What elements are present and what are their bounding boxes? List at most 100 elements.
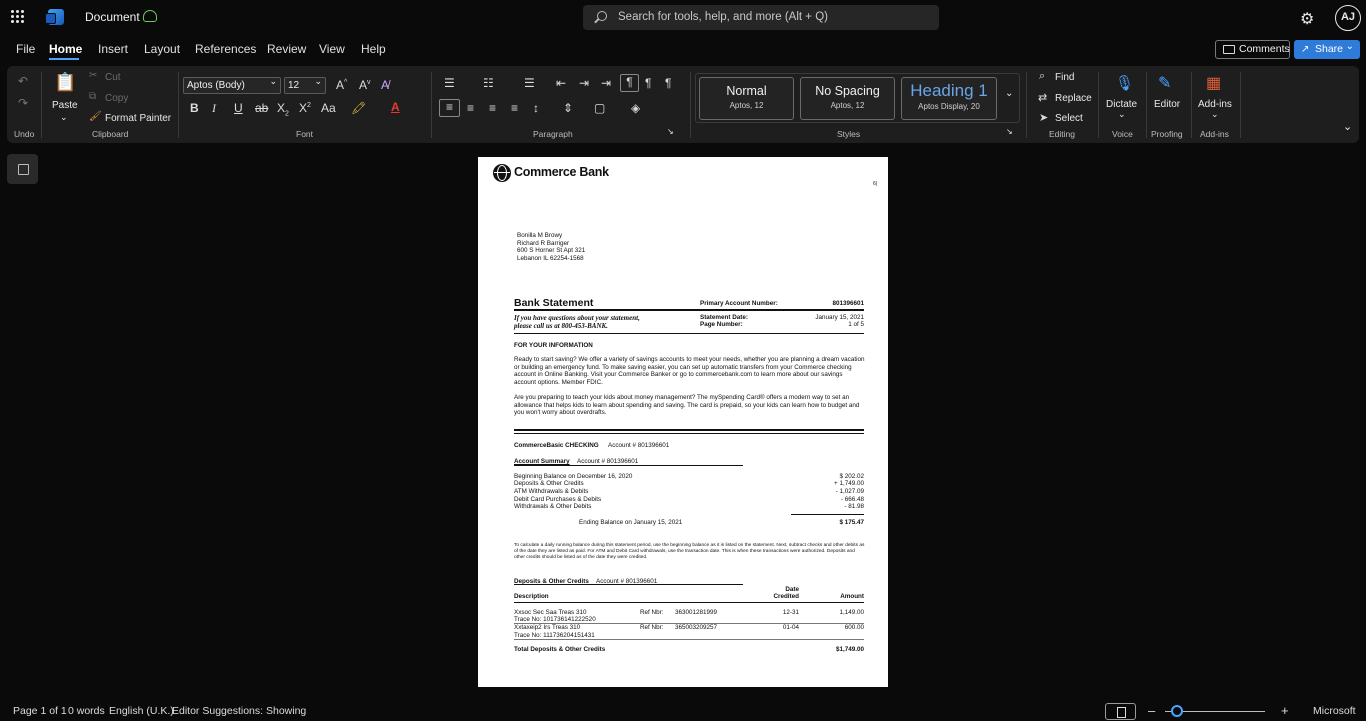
ribbon: ↶ ↷ Undo 📋 Paste ⌄ ✂ Cut ⧉ Copy 🖌 Format… xyxy=(7,66,1359,143)
cut-button[interactable]: Cut xyxy=(105,72,121,83)
rule xyxy=(514,639,864,640)
navigation-pane-button[interactable] xyxy=(7,154,38,184)
borders-icon[interactable]: ▢ xyxy=(594,101,605,115)
tab-view[interactable]: View xyxy=(319,42,345,56)
deposit-ref: 365003209257 xyxy=(675,624,718,631)
style-normal[interactable]: Normal Aptos, 12 xyxy=(699,77,794,120)
change-case-icon[interactable]: Aa xyxy=(321,101,336,115)
search-input[interactable]: Search for tools, help, and more (Alt + … xyxy=(583,5,939,30)
numbering-icon[interactable]: ☷ xyxy=(483,76,494,90)
paragraph-group-label: Paragraph xyxy=(533,129,573,139)
paragraph-spacing-icon[interactable]: ⇕ xyxy=(563,101,573,115)
styles-launcher-icon[interactable]: ↘ xyxy=(1006,127,1013,136)
copy-button[interactable]: Copy xyxy=(105,93,128,104)
bullets-icon[interactable]: ☰ xyxy=(444,76,455,90)
format-painter-button[interactable]: Format Painter xyxy=(105,113,171,124)
redo-icon[interactable]: ↷ xyxy=(18,96,28,110)
rule xyxy=(514,584,743,585)
tab-file[interactable]: File xyxy=(16,42,35,56)
increase-indent-icon[interactable]: ⇥ xyxy=(579,76,589,90)
addins-dropdown-icon[interactable]: ⌄ xyxy=(1211,109,1219,120)
paste-icon[interactable]: 📋 xyxy=(54,72,76,93)
align-left-icon[interactable]: ≡ xyxy=(439,99,460,117)
paragraph-launcher-icon[interactable]: ↘ xyxy=(667,127,674,136)
cloud-saved-icon[interactable] xyxy=(143,10,157,22)
zoom-in-button[interactable]: + xyxy=(1281,703,1289,718)
paste-button[interactable]: Paste xyxy=(52,100,78,111)
find-button[interactable]: Find xyxy=(1055,72,1074,83)
tab-help[interactable]: Help xyxy=(361,42,386,56)
rtl-icon[interactable]: ¶ xyxy=(645,76,651,90)
style-no-spacing-name: No Spacing xyxy=(815,84,880,98)
page-number: 1 of 5 xyxy=(848,321,864,328)
info-paragraph: Are you preparing to teach your kids abo… xyxy=(514,394,860,417)
style-normal-sub: Aptos, 12 xyxy=(729,101,764,110)
bank-globe-logo-icon xyxy=(493,164,511,182)
tab-layout[interactable]: Layout xyxy=(144,42,180,56)
shrink-font-icon[interactable]: Av xyxy=(359,78,371,92)
decrease-indent-icon[interactable]: ⇤ xyxy=(556,76,566,90)
search-icon xyxy=(597,11,607,21)
gear-icon[interactable]: ⚙ xyxy=(1300,9,1314,29)
show-marks-icon[interactable]: ¶ xyxy=(620,74,639,92)
zoom-out-button[interactable]: – xyxy=(1148,703,1155,718)
clear-formatting-icon[interactable]: A̸ xyxy=(381,78,389,92)
justify-icon[interactable]: ≡ xyxy=(511,101,518,115)
document-title[interactable]: Document xyxy=(85,10,140,24)
tab-references[interactable]: References xyxy=(195,42,256,56)
brand-label: Microsoft xyxy=(1313,705,1356,717)
voice-group-label: Voice xyxy=(1112,129,1133,139)
style-no-spacing[interactable]: No Spacing Aptos, 12 xyxy=(800,77,895,120)
align-center-icon[interactable]: ≡ xyxy=(467,101,474,115)
italic-icon[interactable]: I xyxy=(212,101,216,116)
checking-account: Account # 801396601 xyxy=(608,442,670,449)
focus-view-button[interactable] xyxy=(1105,703,1136,720)
superscript-icon[interactable]: X2 xyxy=(299,101,311,115)
rule xyxy=(514,433,864,434)
replace-button[interactable]: Replace xyxy=(1055,93,1092,104)
style-heading-1-name: Heading 1 xyxy=(910,81,988,100)
strikethrough-icon[interactable]: ab xyxy=(255,101,268,115)
app-launcher-icon[interactable] xyxy=(11,10,25,24)
active-tab-indicator xyxy=(49,58,79,60)
subscript-icon[interactable]: X2 xyxy=(277,101,289,117)
multilevel-list-icon[interactable]: ☰ xyxy=(524,76,535,90)
avatar[interactable]: AJ xyxy=(1335,5,1361,31)
styles-group-label: Styles xyxy=(837,129,861,139)
pilcrow-icon[interactable]: ¶ xyxy=(665,76,671,90)
undo-icon[interactable]: ↶ xyxy=(18,74,28,88)
document-page[interactable]: Commerce Bank 6| Bonilla M Browy Richard… xyxy=(478,157,888,687)
shading-icon[interactable]: ◈ xyxy=(631,101,640,115)
font-size-dropdown[interactable]: 12 xyxy=(284,74,326,94)
style-heading-1[interactable]: Heading 1 Aptos Display, 20 xyxy=(901,77,997,120)
page-count[interactable]: Page 1 of 1 xyxy=(13,705,67,717)
editor-button[interactable]: Editor xyxy=(1154,99,1180,110)
select-button[interactable]: Select xyxy=(1055,113,1083,124)
tab-insert[interactable]: Insert xyxy=(98,42,128,56)
grow-font-icon[interactable]: A^ xyxy=(336,78,347,92)
paste-dropdown-icon[interactable]: ⌄ xyxy=(60,112,68,123)
line-spacing-icon[interactable]: ↕ xyxy=(533,101,539,115)
styles-more-icon[interactable]: ⌄ xyxy=(1005,88,1013,99)
dictate-dropdown-icon[interactable]: ⌄ xyxy=(1118,109,1126,120)
underline-icon[interactable]: U xyxy=(234,101,243,115)
word-icon[interactable] xyxy=(45,9,64,25)
font-color-icon[interactable]: A xyxy=(391,100,400,114)
tab-review[interactable]: Review xyxy=(267,42,306,56)
tab-home[interactable]: Home xyxy=(49,42,82,56)
align-right-icon[interactable]: ≡ xyxy=(489,101,496,115)
ltr-icon[interactable]: ⇥ xyxy=(601,76,611,90)
summary-row-label: ATM Withdrawals & Debits xyxy=(514,488,589,495)
highlight-icon[interactable]: 🖍 xyxy=(351,101,366,115)
editor-suggestions-status[interactable]: Editor Suggestions: Showing xyxy=(172,705,306,717)
comments-button[interactable]: Comments xyxy=(1215,40,1290,59)
ribbon-collapse-icon[interactable]: ⌄ xyxy=(1343,120,1352,133)
zoom-slider-thumb[interactable] xyxy=(1171,705,1183,717)
font-name-dropdown[interactable]: Aptos (Body) xyxy=(183,74,281,94)
deposit-ref: 363001281999 xyxy=(675,609,718,616)
word-count[interactable]: 0 words xyxy=(68,705,105,717)
language-status[interactable]: English (U.K.) xyxy=(109,705,174,717)
share-button[interactable]: Share xyxy=(1294,37,1360,59)
addins-group-label: Add-ins xyxy=(1200,129,1229,139)
bold-icon[interactable]: B xyxy=(190,101,199,115)
